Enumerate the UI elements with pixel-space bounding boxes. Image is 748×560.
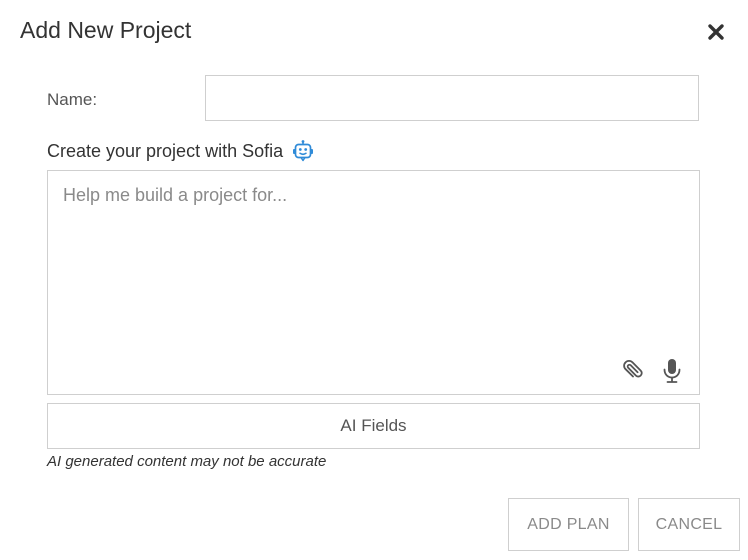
paperclip-icon xyxy=(623,359,643,378)
ai-fields-button[interactable]: AI Fields xyxy=(47,403,700,449)
sofia-prompt-box xyxy=(47,170,700,395)
ai-disclaimer: AI generated content may not be accurate xyxy=(47,453,327,470)
microphone-icon xyxy=(663,359,681,383)
sofia-label: Create your project with Sofia xyxy=(47,140,284,161)
name-input[interactable] xyxy=(205,75,699,121)
add-plan-button[interactable]: ADD PLAN xyxy=(508,498,629,551)
sofia-heading: Create your project with Sofia xyxy=(47,138,315,164)
close-x-icon xyxy=(708,24,724,40)
attach-button[interactable] xyxy=(620,358,644,384)
name-label: Name: xyxy=(47,90,98,109)
sofia-prompt-input[interactable] xyxy=(48,171,699,351)
microphone-button[interactable] xyxy=(660,357,684,385)
close-button[interactable] xyxy=(702,18,730,46)
dialog-title: Add New Project xyxy=(20,17,192,43)
cancel-button[interactable]: CANCEL xyxy=(638,498,740,551)
robot-icon xyxy=(291,139,315,163)
add-project-dialog: Add New Project Name: Create your projec… xyxy=(0,0,748,560)
